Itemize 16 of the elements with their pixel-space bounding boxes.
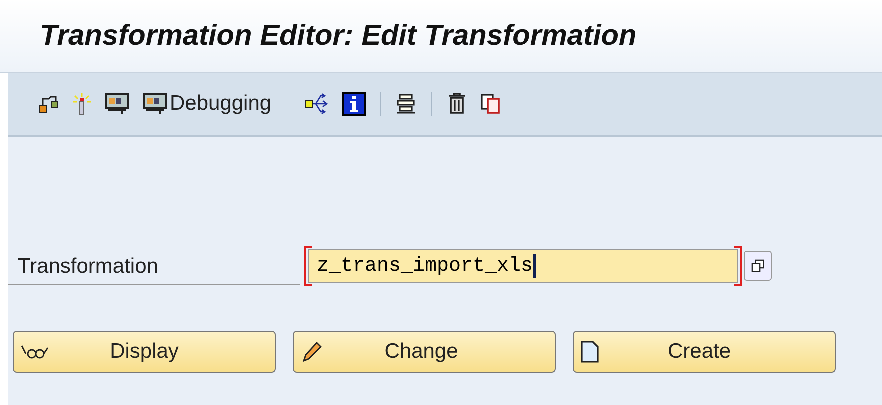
change-button[interactable]: Change: [293, 331, 556, 373]
info-icon[interactable]: [342, 92, 366, 116]
field-label: Transformation: [8, 247, 300, 285]
stack-icon[interactable]: [394, 92, 417, 116]
value-help-button[interactable]: [744, 251, 772, 281]
monitor-icon[interactable]: [104, 92, 130, 116]
copy-icon[interactable]: [480, 92, 502, 116]
debugging-button[interactable]: Debugging: [142, 92, 272, 116]
create-button[interactable]: Create: [573, 331, 836, 373]
display-button[interactable]: Display: [13, 331, 276, 373]
wand-icon[interactable]: [72, 92, 92, 116]
pencil-icon: [300, 340, 324, 364]
document-icon: [580, 340, 600, 364]
arrows-icon[interactable]: [304, 92, 330, 116]
monitor-icon: [142, 92, 168, 116]
window-title: Transformation Editor: Edit Transformation: [40, 20, 637, 52]
